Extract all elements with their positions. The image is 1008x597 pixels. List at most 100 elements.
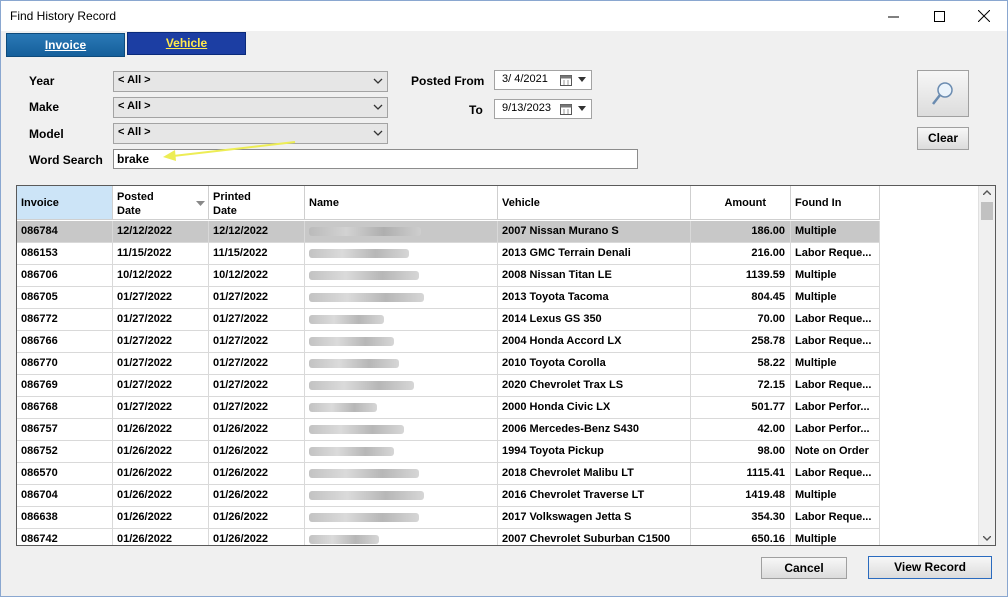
maximize-icon xyxy=(933,10,945,22)
chevron-down-icon xyxy=(373,78,383,84)
chevron-down-icon xyxy=(373,130,383,136)
cell-printed: 01/26/2022 xyxy=(209,529,305,545)
cell-name xyxy=(305,507,498,529)
calendar-icon xyxy=(560,75,572,86)
redacted-name xyxy=(309,315,384,324)
cell-printed: 10/12/2022 xyxy=(209,265,305,287)
cell-printed: 01/26/2022 xyxy=(209,463,305,485)
minimize-button[interactable] xyxy=(870,1,916,31)
cell-amount: 42.00 xyxy=(691,419,791,441)
chevron-down-icon xyxy=(578,77,586,82)
title-bar: Find History Record xyxy=(1,1,1007,31)
cell-name xyxy=(305,397,498,419)
make-select[interactable]: < All > xyxy=(113,97,388,118)
cell-found: Multiple xyxy=(791,287,880,309)
cell-found: Multiple xyxy=(791,265,880,287)
cell-name xyxy=(305,441,498,463)
cell-amount: 70.00 xyxy=(691,309,791,331)
annotation-arrow xyxy=(163,141,296,161)
cell-name xyxy=(305,529,498,545)
cell-vehicle: 2013 Toyota Tacoma xyxy=(498,287,691,309)
tab-invoice[interactable]: Invoice xyxy=(6,33,125,57)
table-row[interactable]: 086153 11/15/2022 11/15/2022 2013 GMC Terra… xyxy=(17,243,880,265)
close-button[interactable] xyxy=(961,1,1007,31)
cell-invoice: 086705 xyxy=(17,287,113,309)
redacted-name xyxy=(309,249,409,258)
cell-invoice: 086638 xyxy=(17,507,113,529)
tab-vehicle[interactable]: Vehicle xyxy=(127,32,246,55)
cell-found: Labor Reque... xyxy=(791,507,880,529)
magnifier-icon xyxy=(932,81,953,105)
cell-found: Labor Reque... xyxy=(791,331,880,353)
redacted-name xyxy=(309,491,424,500)
table-row[interactable]: 086706 10/12/2022 10/12/2022 2008 Nissan Ti… xyxy=(17,265,880,287)
table-row[interactable]: 086705 01/27/2022 01/27/2022 2013 Toyota Ta… xyxy=(17,287,880,309)
cell-invoice: 086772 xyxy=(17,309,113,331)
cell-found: Multiple xyxy=(791,485,880,507)
cell-name xyxy=(305,309,498,331)
cell-vehicle: 2008 Nissan Titan LE xyxy=(498,265,691,287)
redacted-name xyxy=(309,513,419,522)
table-row[interactable]: 086742 01/26/2022 01/26/2022 2007 Chevrolet… xyxy=(17,529,880,545)
cell-printed: 01/27/2022 xyxy=(209,375,305,397)
scrollbar-thumb[interactable] xyxy=(981,202,993,220)
cell-invoice: 086768 xyxy=(17,397,113,419)
cell-printed: 11/15/2022 xyxy=(209,243,305,265)
cell-amount: 650.16 xyxy=(691,529,791,545)
cell-printed: 01/26/2022 xyxy=(209,441,305,463)
column-header-found-in[interactable]: Found In xyxy=(791,186,880,220)
table-row[interactable]: 086769 01/27/2022 01/27/2022 2020 Chevrolet… xyxy=(17,375,880,397)
cell-found: Labor Reque... xyxy=(791,309,880,331)
table-row[interactable]: 086704 01/26/2022 01/26/2022 2016 Chevrolet… xyxy=(17,485,880,507)
cell-found: Multiple xyxy=(791,353,880,375)
cell-printed: 01/26/2022 xyxy=(209,507,305,529)
table-row[interactable]: 086772 01/27/2022 01/27/2022 2014 Lexus GS … xyxy=(17,309,880,331)
column-header-amount[interactable]: Amount xyxy=(691,186,791,220)
column-header-name[interactable]: Name xyxy=(305,186,498,220)
cell-printed: 01/26/2022 xyxy=(209,419,305,441)
scroll-down-icon xyxy=(983,536,991,541)
table-row[interactable]: 086766 01/27/2022 01/27/2022 2004 Honda Acc… xyxy=(17,331,880,353)
table-row[interactable]: 086752 01/26/2022 01/26/2022 1994 Toyota Pi… xyxy=(17,441,880,463)
cell-found: Labor Perfor... xyxy=(791,419,880,441)
find-button[interactable] xyxy=(917,70,969,117)
cell-amount: 1419.48 xyxy=(691,485,791,507)
view-record-button[interactable]: View Record xyxy=(868,556,992,579)
table-row[interactable]: 086638 01/26/2022 01/26/2022 2017 Volkswage… xyxy=(17,507,880,529)
cancel-button[interactable]: Cancel xyxy=(761,557,847,579)
table-row[interactable]: 086757 01/26/2022 01/26/2022 2006 Mercedes-… xyxy=(17,419,880,441)
cell-invoice: 086766 xyxy=(17,331,113,353)
table-row[interactable]: 086784 12/12/2022 12/12/2022 2007 Nissan Mu… xyxy=(17,221,880,243)
column-header-invoice[interactable]: Invoice xyxy=(17,186,113,220)
table-row[interactable]: 086768 01/27/2022 01/27/2022 2000 Honda Civ… xyxy=(17,397,880,419)
cell-printed: 01/27/2022 xyxy=(209,353,305,375)
cell-amount: 354.30 xyxy=(691,507,791,529)
vertical-scrollbar[interactable] xyxy=(978,186,995,545)
year-label: Year xyxy=(29,74,55,88)
cell-name xyxy=(305,419,498,441)
cell-posted: 01/26/2022 xyxy=(113,463,209,485)
table-row[interactable]: 086770 01/27/2022 01/27/2022 2010 Toyota Co… xyxy=(17,353,880,375)
make-value: < All > xyxy=(118,100,151,112)
model-value: < All > xyxy=(118,126,151,138)
cell-printed: 12/12/2022 xyxy=(209,221,305,243)
cell-vehicle: 2017 Volkswagen Jetta S xyxy=(498,507,691,529)
table-row[interactable]: 086570 01/26/2022 01/26/2022 2018 Chevrolet… xyxy=(17,463,880,485)
clear-button[interactable]: Clear xyxy=(917,127,969,150)
redacted-name xyxy=(309,381,414,390)
cell-found: Labor Perfor... xyxy=(791,397,880,419)
column-header-vehicle[interactable]: Vehicle xyxy=(498,186,691,220)
cell-name xyxy=(305,353,498,375)
redacted-name xyxy=(309,425,404,434)
column-header-posted-date[interactable]: Posted Date xyxy=(113,186,209,220)
posted-from-date[interactable]: 3/ 4/2021 xyxy=(494,70,592,90)
results-grid[interactable]: Invoice Posted Date Printed Date Name Vehi… xyxy=(16,185,996,546)
cell-invoice: 086752 xyxy=(17,441,113,463)
maximize-button[interactable] xyxy=(916,1,962,31)
cell-found: Multiple xyxy=(791,529,880,545)
cell-vehicle: 2018 Chevrolet Malibu LT xyxy=(498,463,691,485)
cell-invoice: 086570 xyxy=(17,463,113,485)
to-date[interactable]: 9/13/2023 xyxy=(494,99,592,119)
column-header-printed-date[interactable]: Printed Date xyxy=(209,186,305,220)
year-select[interactable]: < All > xyxy=(113,71,388,92)
